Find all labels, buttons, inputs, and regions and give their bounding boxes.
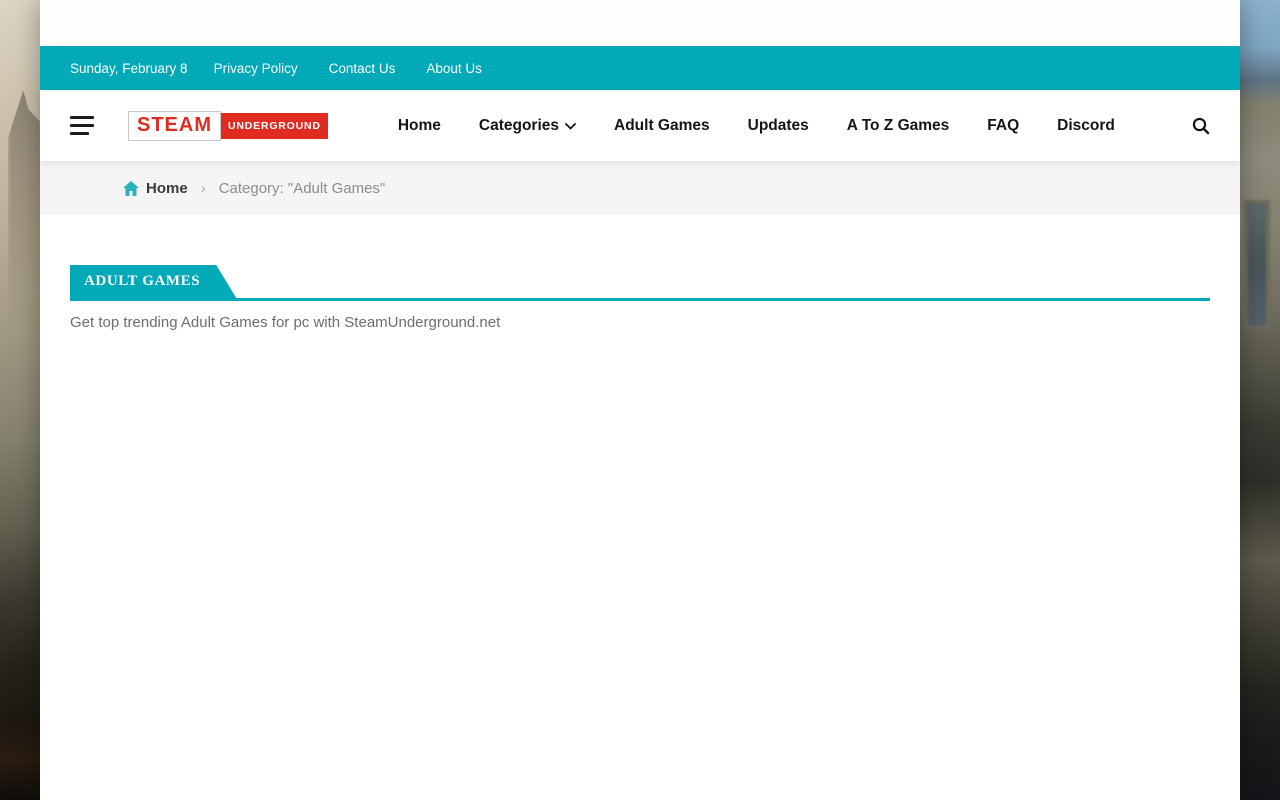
site-logo[interactable]: STEAM UNDERGROUND — [128, 111, 328, 141]
section-header: ADULT GAMES — [70, 265, 1210, 301]
main-nav: Home Categories Adult Games Updates A To… — [398, 117, 1115, 135]
hamburger-icon — [70, 116, 94, 119]
breadcrumb-separator: › — [201, 180, 206, 197]
page-column: Sunday, February 8 Privacy Policy Contac… — [40, 0, 1240, 800]
background-tower-silhouette — [8, 90, 42, 330]
logo-underground-text: UNDERGROUND — [221, 113, 328, 139]
topbar-links: Privacy Policy Contact Us About Us — [214, 61, 482, 76]
nav-a-to-z-games[interactable]: A To Z Games — [847, 117, 950, 135]
hamburger-icon — [70, 132, 89, 135]
topbar-link-contact-us[interactable]: Contact Us — [329, 61, 396, 76]
breadcrumb-home-link[interactable]: Home — [123, 180, 188, 197]
nav-categories[interactable]: Categories — [479, 117, 576, 135]
breadcrumb-home-label: Home — [146, 180, 188, 197]
main-content: ADULT GAMES Get top trending Adult Games… — [40, 215, 1240, 800]
topbar-link-privacy-policy[interactable]: Privacy Policy — [214, 61, 298, 76]
date-text: Sunday, February 8 — [70, 61, 188, 76]
nav-adult-games[interactable]: Adult Games — [614, 117, 710, 135]
section-title-badge: ADULT GAMES — [70, 265, 236, 298]
home-icon — [123, 181, 139, 196]
hamburger-icon — [70, 124, 94, 127]
background-building-window — [1244, 200, 1270, 330]
topbar: Sunday, February 8 Privacy Policy Contac… — [40, 46, 1240, 90]
breadcrumb: Home › Category: "Adult Games" — [40, 161, 1240, 215]
section-description: Get top trending Adult Games for pc with… — [70, 314, 1210, 331]
chevron-down-icon — [565, 123, 576, 130]
search-button[interactable] — [1192, 117, 1210, 135]
nav-home[interactable]: Home — [398, 117, 441, 135]
top-strip — [40, 0, 1240, 46]
nav-updates[interactable]: Updates — [748, 117, 809, 135]
menu-toggle-button[interactable] — [70, 114, 94, 137]
topbar-link-about-us[interactable]: About Us — [426, 61, 482, 76]
logo-steam-text: STEAM — [128, 111, 221, 141]
search-icon — [1192, 117, 1210, 135]
breadcrumb-current: Category: "Adult Games" — [219, 180, 386, 197]
nav-categories-label: Categories — [479, 117, 559, 135]
site-header: STEAM UNDERGROUND Home Categories Adult … — [40, 90, 1240, 161]
nav-faq[interactable]: FAQ — [987, 117, 1019, 135]
nav-discord[interactable]: Discord — [1057, 117, 1115, 135]
